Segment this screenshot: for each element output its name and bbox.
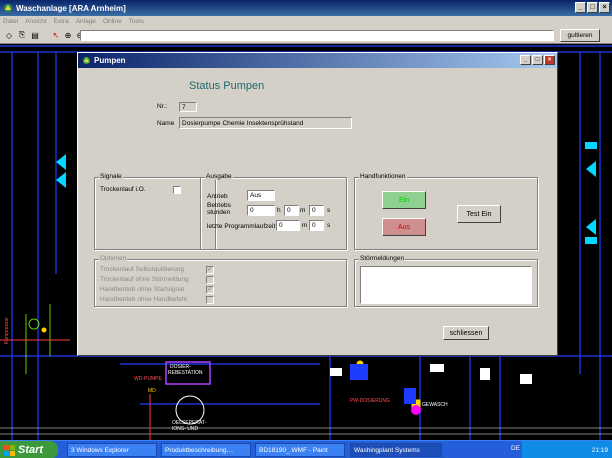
name-field: Dosierpumpe Chemie Insektensprühstand xyxy=(179,117,352,129)
clock[interactable]: 21:19 xyxy=(592,447,608,454)
task-explorer-label: 3 Windows Explorer xyxy=(71,446,129,454)
cad-label-g: PW-DOSIERUNG xyxy=(350,398,390,404)
task-washingplant-label: Washingplant Systems xyxy=(354,446,420,454)
schliessen-button[interactable]: schliessen xyxy=(443,326,489,340)
hours-unit: h xyxy=(277,207,281,214)
app-icon xyxy=(4,4,12,12)
prog-seconds-field: 0 xyxy=(309,220,324,231)
stoermeldungen-label: Störmeldungen xyxy=(359,255,406,262)
dialog-title: Pumpen xyxy=(94,56,126,65)
antrieb-label: Antrieb xyxy=(207,193,228,200)
task-produktbeschreibung[interactable]: Produktbeschreibung.... xyxy=(161,443,251,457)
optionen-label: Optionen xyxy=(99,255,128,262)
nr-field: 7 xyxy=(179,102,197,112)
cad-label-f: IONS- UND xyxy=(172,426,199,432)
cad-label-h: GEWASCH xyxy=(422,402,448,408)
dialog-icon xyxy=(82,56,91,65)
app-title: Waschanlage [ARA Arnheim] xyxy=(16,3,126,13)
dialog-close-button[interactable]: × xyxy=(544,55,555,65)
menu-ansicht[interactable]: Ansicht xyxy=(25,18,46,25)
ein-button[interactable]: Ein xyxy=(382,191,426,209)
minutes-unit: m xyxy=(300,207,306,214)
handfunktionen-group: Handfunktionen Ein Aus Test Ein xyxy=(354,173,538,250)
aus-button[interactable]: Aus xyxy=(382,218,426,236)
ausgabe-label: Ausgabe xyxy=(205,173,233,180)
name-label: Name xyxy=(157,120,175,127)
optionen-group: Optionen Trockenlauf Selbstquittierung ✓… xyxy=(94,255,347,307)
ausgabe-group: Ausgabe Antrieb Aus Betriebs stunden 0 h… xyxy=(200,173,347,250)
maximize-button[interactable]: □ xyxy=(587,2,598,13)
task-paint-label: BD18190_.WMF - Paint xyxy=(259,446,328,454)
menu-tools[interactable]: Tools xyxy=(129,18,144,25)
diamond-icon[interactable]: ◇ xyxy=(3,29,15,41)
zoom-in-icon[interactable]: ⊕ xyxy=(62,29,74,41)
signale-label: Signale xyxy=(99,173,123,180)
task-produktbeschreibung-label: Produktbeschreibung.... xyxy=(165,446,234,454)
option-1-label: Trockenlauf Selbstquittierung xyxy=(100,266,184,273)
test-ein-button[interactable]: Test Ein xyxy=(457,205,501,223)
option-3-checkbox[interactable]: ✓ xyxy=(206,286,214,294)
stoermeldungen-group: Störmeldungen xyxy=(354,255,538,307)
start-label: Start xyxy=(18,444,44,456)
toolbar: ◇ ⎘ ▤ ↖ ⊕ ⊖ gultieren xyxy=(0,27,612,44)
minutes-field: 0 xyxy=(284,205,299,216)
pointer-icon[interactable]: ↖ xyxy=(50,29,62,41)
cad-label-a: WD-PUMPE xyxy=(134,376,162,382)
prog-minutes-unit: m xyxy=(302,222,308,229)
programm-label: letzte Programmlaufzeit xyxy=(207,223,276,230)
option-4-label: Handbetrieb ohne Handbefehl xyxy=(100,296,187,303)
seconds-unit: s xyxy=(327,207,331,214)
task-washingplant[interactable]: Washingplant Systems xyxy=(350,443,442,457)
document-icon[interactable]: ▤ xyxy=(29,29,41,41)
start-button[interactable]: Start xyxy=(0,441,58,458)
option-2-label: Trockenlauf ohne Störmeldung xyxy=(100,276,189,283)
task-paint[interactable]: BD18190_.WMF - Paint xyxy=(255,443,345,457)
menubar: Datei Ansicht Extra Anlage Online Tools xyxy=(0,16,612,27)
signale-group: Signale Trockenlauf i.O. xyxy=(94,173,216,250)
menu-online[interactable]: Online xyxy=(103,18,122,25)
prog-seconds-unit: s xyxy=(327,222,331,229)
gueltig-button[interactable]: gultieren xyxy=(560,29,600,42)
menu-anlage[interactable]: Anlage xyxy=(76,18,96,25)
menu-extra[interactable]: Extra xyxy=(54,18,69,25)
betriebs-label-2: stunden xyxy=(207,209,231,216)
nr-label: Nr.: xyxy=(157,103,168,110)
menu-datei[interactable]: Datei xyxy=(3,18,18,25)
trockenlauf-checkbox[interactable] xyxy=(173,186,181,194)
copy-icon[interactable]: ⎘ xyxy=(16,29,28,41)
windows-logo-icon xyxy=(4,444,15,456)
dialog-maximize-button[interactable]: □ xyxy=(532,55,543,65)
dialog-minimize-button[interactable]: _ xyxy=(520,55,531,65)
option-1-checkbox[interactable]: ✓ xyxy=(206,266,214,274)
taskbar: Start 3 Windows Explorer Produktbeschrei… xyxy=(0,440,612,458)
task-explorer[interactable]: 3 Windows Explorer xyxy=(67,443,157,457)
cad-label-c: REBESTATION xyxy=(168,370,203,376)
cad-label-i: Kompressor xyxy=(4,317,10,344)
pumpen-dialog: Pumpen _ □ × Status Pumpen Nr.: 7 Name D… xyxy=(77,52,558,356)
language-indicator[interactable]: DE xyxy=(511,445,520,452)
option-4-checkbox[interactable] xyxy=(206,296,214,304)
hours-field: 0 xyxy=(247,205,275,216)
minimize-button[interactable]: _ xyxy=(575,2,586,13)
seconds-field: 0 xyxy=(309,205,324,216)
command-input[interactable] xyxy=(80,30,554,41)
option-2-checkbox[interactable] xyxy=(206,276,214,284)
app-title-bar: Waschanlage [ARA Arnheim] _ □ × xyxy=(0,0,612,16)
trockenlauf-label: Trockenlauf i.O. xyxy=(100,186,146,193)
handfunktionen-label: Handfunktionen xyxy=(359,173,407,180)
close-button[interactable]: × xyxy=(599,2,610,13)
stoermeldungen-list[interactable] xyxy=(360,266,532,304)
cad-label-d: MD xyxy=(148,388,156,394)
system-tray: 21:19 xyxy=(522,441,612,458)
betriebs-label-1: Betriebs xyxy=(207,202,231,209)
option-3-label: Handbetrieb ohne Startsignal xyxy=(100,286,185,293)
antrieb-field: Aus xyxy=(247,190,275,201)
status-heading: Status Pumpen xyxy=(189,80,265,92)
dialog-title-bar: Pumpen _ □ × xyxy=(78,53,557,68)
prog-minutes-field: 0 xyxy=(276,220,300,231)
